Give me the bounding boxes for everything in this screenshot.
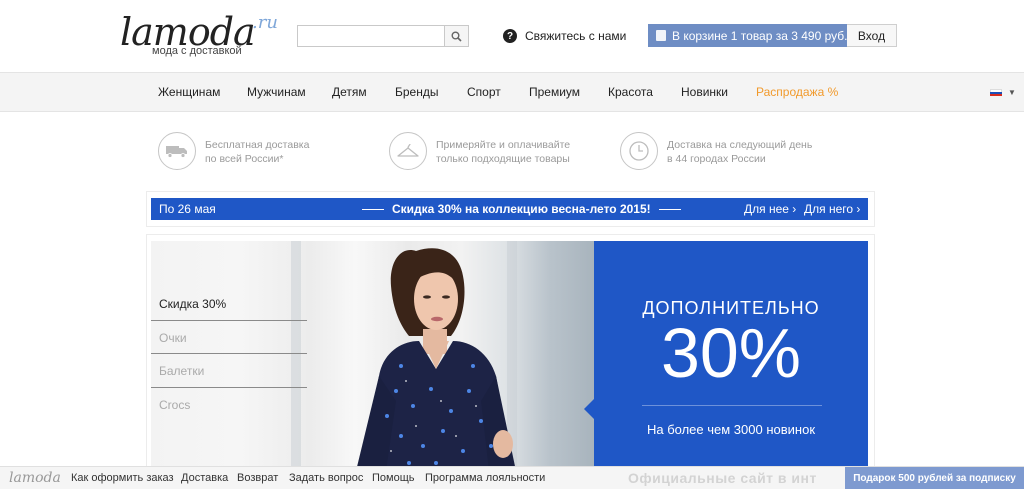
discount-subtitle: На более чем 3000 новинок [646, 422, 816, 437]
benefit-line-1: Бесплатная доставка [205, 139, 310, 151]
header: lamoda .ru мода с доставкой ? Свяжитесь … [0, 0, 1024, 72]
footer-logo[interactable]: lamoda [9, 470, 61, 486]
logo-tld: .ru [252, 12, 278, 33]
promo-headline-wrap: Скидка 30% на коллекцию весна-лето 2015! [354, 202, 689, 216]
main-nav: Женщинам Мужчинам Детям Бренды Спорт Пре… [0, 72, 1024, 112]
benefit-line-1: Примеряйте и оплачивайте [436, 139, 571, 151]
nav-item-brands[interactable]: Бренды [395, 85, 438, 99]
side-item-glasses[interactable]: Очки [151, 321, 307, 354]
chevron-right-icon: › [856, 202, 861, 216]
side-item-flats[interactable]: Балетки [151, 354, 307, 388]
nav-item-sport[interactable]: Спорт [467, 85, 501, 99]
footer-link-how-to-order[interactable]: Как оформить заказ [71, 472, 174, 484]
watermark-text: Официальные сайт в инт [628, 470, 817, 486]
footer-link-loyalty[interactable]: Программа лояльности [425, 472, 545, 484]
lamoda-logo[interactable]: lamoda .ru мода с доставкой [120, 12, 290, 62]
contact-us-link[interactable]: ? Свяжитесь с нами [503, 27, 626, 45]
search-box [297, 25, 469, 47]
promo-date: По 26 мая [159, 202, 216, 216]
question-icon: ? [503, 29, 517, 43]
search-icon [451, 31, 462, 42]
russia-flag-icon [990, 88, 1002, 97]
clock-icon [620, 132, 658, 170]
nav-item-premium[interactable]: Премиум [529, 85, 580, 99]
divider [642, 405, 822, 406]
discount-percent: 30% [660, 314, 802, 392]
divider [658, 208, 681, 210]
hanger-icon [389, 132, 427, 170]
chevron-right-icon: › [792, 202, 797, 216]
shopping-bag-icon [656, 30, 666, 41]
contact-label: Свяжитесь с нами [525, 29, 627, 43]
side-item-discount[interactable]: Скидка 30% [151, 287, 307, 321]
side-item-crocs[interactable]: Crocs [151, 388, 307, 422]
promo-headline: Скидка 30% на коллекцию весна-лето 2015! [392, 202, 651, 216]
footer-link-returns[interactable]: Возврат [237, 472, 278, 484]
cart-button[interactable]: В корзине 1 товар за 3 490 руб. [648, 24, 856, 47]
search-button[interactable] [444, 26, 468, 46]
benefit-line-2: только подходящие товары [436, 153, 570, 165]
footer-link-delivery[interactable]: Доставка [181, 472, 228, 484]
language-selector[interactable]: ▼ [990, 88, 1016, 97]
nav-item-kids[interactable]: Детям [332, 85, 367, 99]
banner-side-menu: Скидка 30% Очки Балетки Crocs [151, 287, 307, 421]
chevron-down-icon: ▼ [1008, 88, 1016, 97]
benefit-text: Примеряйте и оплачивайте только подходящ… [436, 138, 570, 166]
cart-label: В корзине 1 товар за 3 490 руб. [672, 28, 848, 43]
divider [362, 208, 384, 210]
benefit-line-2: по всей России* [205, 153, 284, 165]
login-button[interactable]: Вход [847, 24, 897, 47]
promo-link-men[interactable]: Для него › [804, 202, 860, 216]
nav-item-beauty[interactable]: Красота [608, 85, 653, 99]
nav-item-sale[interactable]: Распродажа % [756, 85, 838, 99]
nav-item-men[interactable]: Мужчинам [247, 85, 306, 99]
logo-tagline: мода с доставкой [152, 45, 242, 57]
benefit-line-2: в 44 городах России [667, 153, 766, 165]
discount-panel[interactable]: ДОПОЛНИТЕЛЬНО 30% На более чем 3000 нови… [584, 241, 868, 471]
footer-link-ask-question[interactable]: Задать вопрос [289, 472, 363, 484]
truck-icon [158, 132, 196, 170]
benefit-text: Бесплатная доставка по всей России* [205, 138, 309, 166]
promo-link-women-label: Для нее [744, 202, 789, 216]
nav-item-women[interactable]: Женщинам [158, 85, 220, 99]
promo-link-men-label: Для него [804, 202, 854, 216]
search-input[interactable] [298, 26, 444, 46]
subscribe-gift-button[interactable]: Подарок 500 рублей за подписку [845, 467, 1024, 489]
promo-bar[interactable]: По 26 мая Скидка 30% на коллекцию весна-… [151, 198, 868, 220]
nav-item-new[interactable]: Новинки [681, 85, 728, 99]
promo-link-women[interactable]: Для нее › [744, 202, 796, 216]
footer-bar: lamoda Как оформить заказ Доставка Возвр… [0, 466, 1024, 489]
benefit-text: Доставка на следующий день в 44 городах … [667, 138, 812, 166]
benefit-line-1: Доставка на следующий день [667, 139, 813, 151]
footer-link-help[interactable]: Помощь [372, 472, 415, 484]
